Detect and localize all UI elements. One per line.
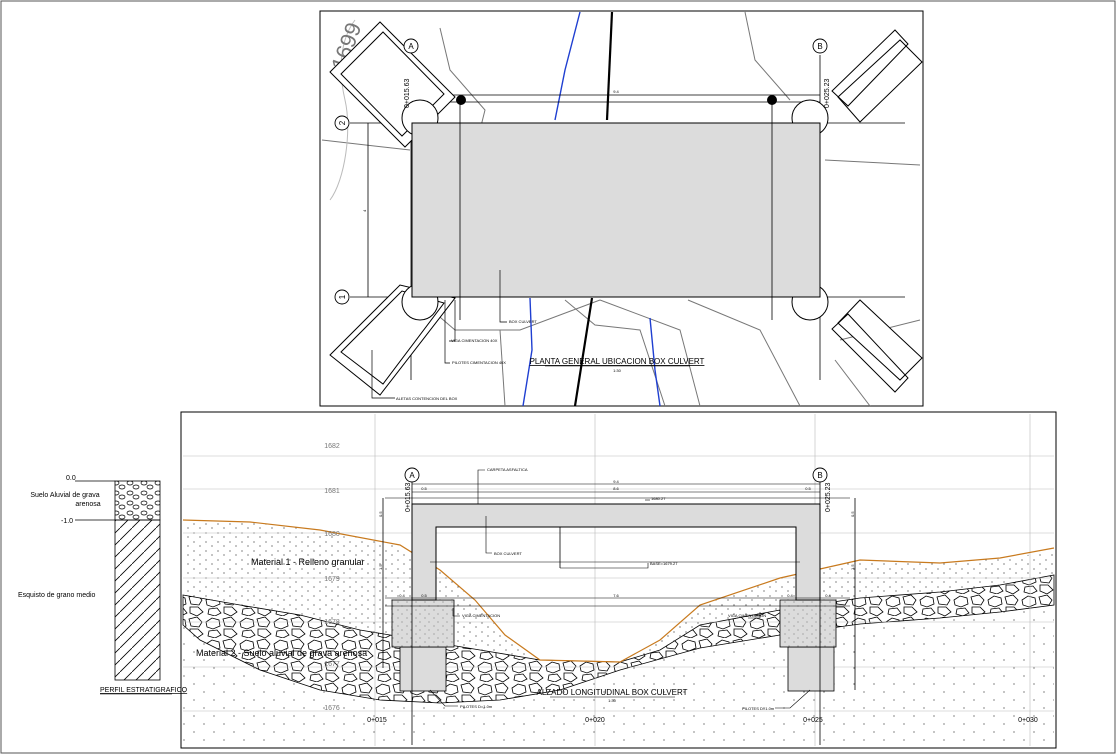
- callout-viga-left: VIGA CIMENTACION: [462, 613, 500, 618]
- footing-right: [779, 599, 837, 648]
- material-2-label: Material 2 - Suelo aluvial de grava aren…: [196, 648, 367, 658]
- profile-title: ALZADO LONGITUDINAL BOX CULVERT: [537, 688, 688, 697]
- dim-footing-l1: 0.4: [399, 593, 405, 598]
- callout-top-level: 1680.27: [651, 496, 666, 501]
- profile-scale: 1:30: [608, 698, 617, 703]
- strat-layer-2-label: Esquisto de grano medio: [18, 592, 96, 599]
- plan-station-a: 0+015.63: [404, 79, 411, 108]
- elev-label: 1679: [324, 576, 340, 583]
- callout-pilotes-right: PILOTES D=1.0m: [742, 706, 775, 711]
- plan-callout-box: BOX CULVERT: [509, 319, 537, 324]
- dim-total-2: 8.6: [613, 486, 619, 491]
- plan-dim-top: 9.4: [613, 89, 619, 94]
- plan-axis-b: B: [817, 42, 822, 51]
- elev-label: 1677: [324, 661, 340, 668]
- dim-footing-l2: 0.5: [421, 593, 427, 598]
- callout-box: BOX CULVERT: [494, 551, 522, 556]
- elev-label: 1682: [324, 443, 340, 450]
- plan-title: PLANTA GENERAL UBICACION BOX CULVERT: [530, 357, 705, 366]
- profile-view: 9.4 8.6 0.5 0.5 0.5 0.5 1.5 1.5 7.6 0.4 …: [180, 411, 1057, 749]
- dim-inner-left: 1.5: [378, 564, 383, 570]
- elev-label: 1678: [324, 619, 340, 626]
- elev-label: 1680: [324, 531, 340, 538]
- callout-pilotes-left: PILOTES D=1.0m: [460, 704, 493, 709]
- plan-callout-aletas: ALETAS CONTENCION DEL BOX: [396, 396, 458, 401]
- station-label: 0+015: [367, 717, 387, 724]
- dim-inner-right: 1.5: [850, 564, 855, 570]
- dim-wall-left: 0.5: [421, 486, 427, 491]
- footing-left: [391, 599, 455, 648]
- plan-view: 1699 A B 2 1 0+015.63 0+025.23 9.4 4 BOX…: [319, 10, 924, 407]
- callout-viga-right: VIGA CIMENTACION: [728, 613, 766, 618]
- pile-right: [787, 646, 835, 692]
- plan-callout-viga: VIGA CIMENTACION 40X: [451, 338, 498, 343]
- profile-axis-b: B: [817, 471, 822, 480]
- profile-axis-a: A: [409, 471, 415, 480]
- elev-label: 1681: [324, 488, 340, 495]
- strat-layer-schist: [114, 519, 161, 681]
- plan-axis-2: 2: [338, 120, 347, 125]
- strat-layer-gravel: [114, 480, 161, 521]
- strat-depth-0: 0.0: [66, 475, 76, 482]
- strat-title: PERFIL ESTRATIGRAFICO: [100, 687, 188, 694]
- station-label: 0+020: [585, 717, 605, 724]
- station-label: 0+025: [803, 717, 823, 724]
- strat-depth-1: -1.0: [61, 518, 73, 525]
- engineering-drawing-sheet: 1699 A B 2 1 0+015.63 0+025.23 9.4 4 BOX…: [0, 0, 1116, 754]
- dim-footing-r2: 0.4: [825, 593, 831, 598]
- material-1-label: Material 1 - Relleno granular: [251, 557, 365, 567]
- elev-label: 1676: [324, 705, 340, 712]
- callout-carpeta: CARPETA ASFALTICA: [487, 467, 528, 472]
- box-culvert-plan: [411, 122, 821, 298]
- plan-axis-a: A: [408, 42, 414, 51]
- dim-wall-right: 0.5: [805, 486, 811, 491]
- dim-height-right: 0.5: [850, 511, 855, 517]
- dim-footing-r1: 0.4: [787, 593, 793, 598]
- plan-scale: 1:30: [613, 368, 622, 373]
- callout-base-level: BASE=1679.27: [650, 561, 678, 566]
- plan-callout-pilotes: PILOTES CIMENTACION 40X: [452, 360, 506, 365]
- dim-total-1: 9.4: [613, 479, 619, 484]
- plan-axis-1: 1: [338, 294, 347, 299]
- dim-clear: 7.6: [613, 593, 619, 598]
- profile-station-a: 0+015.63: [405, 483, 412, 512]
- plan-station-b: 0+025.23: [824, 79, 831, 108]
- profile-station-b: 0+025.23: [825, 483, 832, 512]
- station-label: 0+030: [1018, 717, 1038, 724]
- dim-height-left: 0.5: [378, 511, 383, 517]
- pile-left: [399, 646, 447, 692]
